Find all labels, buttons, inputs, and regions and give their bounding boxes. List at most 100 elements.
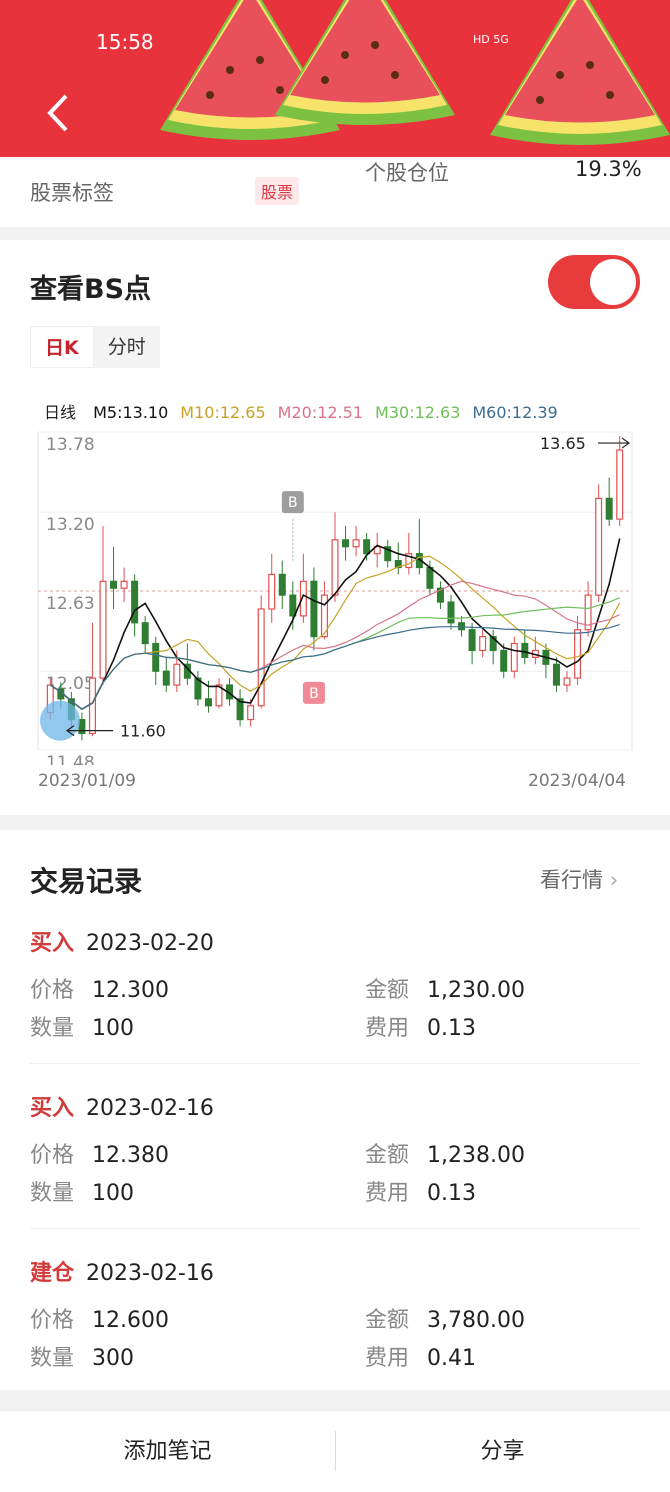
- candle-body: [141, 622, 149, 645]
- candle-body: [110, 580, 118, 589]
- candle-body: [468, 629, 476, 652]
- candle-body: [595, 497, 603, 596]
- candle-body: [479, 636, 487, 652]
- chevron-right-icon: ›: [609, 868, 619, 892]
- record-quantity: 数量 100: [30, 1175, 134, 1207]
- price-value: 12.380: [92, 1143, 169, 1168]
- buy-marker-label: B: [309, 686, 319, 702]
- candle-body: [605, 497, 613, 520]
- fee-value: 0.13: [427, 1016, 476, 1041]
- candle-body: [99, 580, 107, 679]
- fee-label: 费用: [365, 1016, 410, 1041]
- record-fee: 费用 0.13: [365, 1175, 476, 1207]
- record-type: 建仓: [30, 1261, 75, 1286]
- candle-body: [510, 642, 518, 672]
- tab-daily-k[interactable]: 日K: [30, 326, 94, 368]
- record-quantity: 数量 100: [30, 1010, 134, 1042]
- y-tick-label: 11.48: [46, 753, 95, 765]
- candle-body: [268, 573, 276, 610]
- position-label: 个股仓位: [365, 161, 449, 185]
- toggle-knob: [590, 259, 636, 305]
- candle-body: [289, 594, 297, 617]
- candle-body: [257, 608, 265, 707]
- back-arrow-icon[interactable]: [40, 88, 80, 138]
- amount-label: 金额: [365, 1143, 410, 1168]
- record-type: 买入: [30, 931, 75, 956]
- watermelon-icon: [275, 0, 455, 125]
- record-price: 价格 12.380: [30, 1137, 169, 1169]
- tag-label: 股票标签: [30, 181, 114, 205]
- fee-label: 费用: [365, 1181, 410, 1206]
- price-label: 价格: [30, 1143, 75, 1168]
- record-price: 价格 12.600: [30, 1302, 169, 1334]
- amount-label: 金额: [365, 978, 410, 1003]
- y-tick-label: 13.20: [46, 515, 95, 535]
- price-label: 价格: [30, 1308, 75, 1333]
- position-value: 19.3%: [575, 157, 642, 181]
- watermelon-icon: [490, 0, 670, 145]
- buy-marker-label: B: [288, 495, 298, 511]
- view-market-label: 看行情: [540, 868, 603, 892]
- bs-toggle-switch[interactable]: [548, 255, 640, 309]
- y-tick-label: 13.78: [46, 435, 95, 455]
- header-bar: 15:58 HD 5G: [0, 0, 670, 157]
- trade-record[interactable]: 建仓 2023-02-16: [30, 1255, 640, 1287]
- record-fee: 费用 0.13: [365, 1010, 476, 1042]
- record-type: 买入: [30, 1096, 75, 1121]
- record-amount: 金额 1,238.00: [365, 1137, 525, 1169]
- trade-record[interactable]: 买入 2023-02-16: [30, 1090, 640, 1122]
- quantity-value: 300: [92, 1346, 135, 1371]
- candle-body: [310, 580, 318, 638]
- record-divider: [30, 1063, 640, 1064]
- amount-label: 金额: [365, 1308, 410, 1333]
- candle-body: [342, 539, 350, 548]
- stock-tag-badge: 股票: [255, 177, 300, 205]
- candle-body: [500, 649, 508, 672]
- price-value: 12.300: [92, 978, 169, 1003]
- candle-body: [552, 663, 560, 686]
- candle-body: [88, 677, 96, 735]
- candle-body: [521, 642, 529, 658]
- record-date: 2023-02-16: [86, 1261, 214, 1286]
- candle-body: [152, 642, 160, 672]
- x-axis-start-label: 2023/01/09: [38, 771, 136, 791]
- candle-body: [563, 677, 571, 686]
- low-price-label: 11.60: [120, 722, 166, 741]
- candle-body: [352, 539, 360, 548]
- candlestick-chart[interactable]: 13.7813.2012.6312.0511.48BB13.6511.60: [30, 420, 640, 765]
- trade-record[interactable]: 买入 2023-02-20: [30, 925, 640, 957]
- stock-info-card: 股票标签 股票 个股仓位 19.3%: [0, 157, 670, 227]
- fee-value: 0.13: [427, 1181, 476, 1206]
- status-time: 15:58: [96, 30, 154, 54]
- ma60-line: [49, 624, 620, 710]
- share-button[interactable]: 分享: [335, 1411, 670, 1492]
- candle-body: [204, 698, 212, 707]
- scroll-left-icon: [40, 700, 80, 741]
- view-market-link[interactable]: 看行情 ›: [540, 864, 618, 894]
- candle-body: [574, 629, 582, 679]
- add-note-button[interactable]: 添加笔记: [0, 1411, 335, 1492]
- amount-value: 3,780.00: [427, 1308, 525, 1333]
- quantity-label: 数量: [30, 1016, 75, 1041]
- record-amount: 金额 3,780.00: [365, 1302, 525, 1334]
- high-price-label: 13.65: [540, 434, 586, 453]
- candle-body: [247, 705, 255, 721]
- amount-value: 1,238.00: [427, 1143, 525, 1168]
- tab-intraday[interactable]: 分时: [94, 326, 160, 368]
- candle-body: [616, 449, 624, 520]
- trade-section-title: 交易记录: [30, 865, 143, 898]
- candle-body: [331, 539, 339, 596]
- bottom-action-bar: 添加笔记 分享: [0, 1410, 670, 1492]
- record-divider: [30, 1228, 640, 1229]
- price-value: 12.600: [92, 1308, 169, 1333]
- candle-body: [447, 601, 455, 624]
- candle-body: [426, 566, 434, 589]
- price-label: 价格: [30, 978, 75, 1003]
- chart-tabs: 日K 分时: [30, 326, 160, 368]
- fee-label: 费用: [365, 1346, 410, 1371]
- record-date: 2023-02-20: [86, 931, 214, 956]
- quantity-value: 100: [92, 1016, 135, 1041]
- record-amount: 金额 1,230.00: [365, 972, 525, 1004]
- record-price: 价格 12.300: [30, 972, 169, 1004]
- x-axis-end-label: 2023/04/04: [528, 771, 626, 791]
